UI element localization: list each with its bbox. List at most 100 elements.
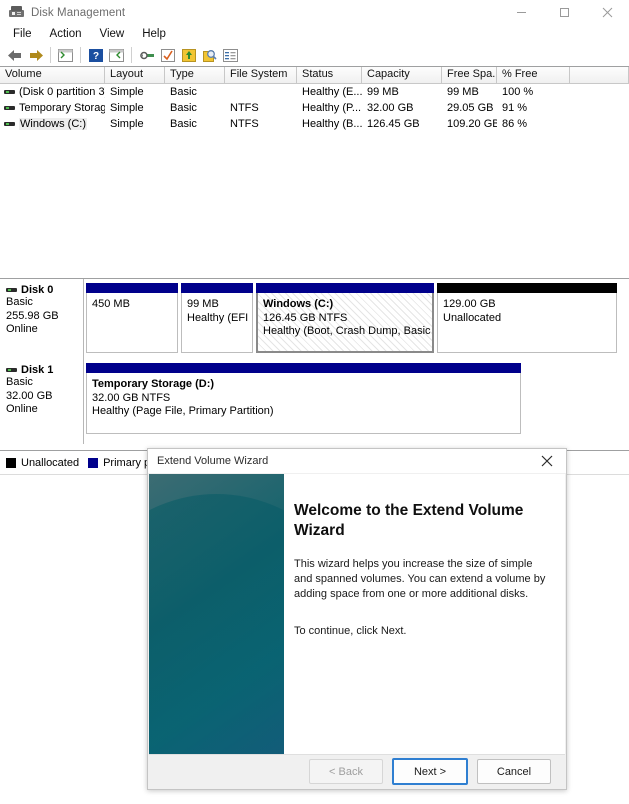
partition-body: Temporary Storage (D:) 32.00 GB NTFS Hea… [86, 373, 521, 434]
cell-layout: Simple [110, 102, 144, 114]
svg-text:?: ? [92, 51, 98, 62]
back-arrow-icon[interactable] [4, 45, 25, 65]
cell-type: Basic [170, 86, 197, 98]
disk-icon [6, 288, 17, 292]
cell-capacity: 99 MB [367, 86, 399, 98]
menu-item-help[interactable]: Help [136, 27, 175, 42]
partition-size: 126.45 GB NTFS [263, 311, 348, 324]
volume-icon [4, 90, 15, 94]
cell-capacity: 126.45 GB [367, 118, 420, 130]
cell-type: Basic [170, 118, 197, 130]
menu-item-action[interactable]: Action [44, 27, 91, 42]
partition-body: Windows (C:) 126.45 GB NTFS Healthy (Boo… [256, 293, 434, 353]
legend-swatch-primary-partition [88, 457, 99, 468]
disk-row-0: Disk 0 Basic 255.98 GB Online 450 MB 99 … [0, 279, 629, 359]
cell-capacity: 32.00 GB [367, 102, 414, 114]
column-header-capacity[interactable]: Capacity [362, 67, 442, 83]
disk-state: Online [6, 403, 38, 415]
column-header-status[interactable]: Status [297, 67, 362, 83]
partition-size: 32.00 GB NTFS [92, 391, 171, 404]
menu-item-view[interactable]: View [94, 27, 134, 42]
next-button[interactable]: Next > [392, 758, 468, 785]
refresh-icon[interactable] [157, 45, 178, 65]
close-icon[interactable] [528, 449, 566, 473]
cell-percent-free: 91 % [502, 102, 528, 114]
disk-type: Basic [6, 296, 33, 308]
cancel-button[interactable]: Cancel [477, 759, 551, 784]
wizard-banner-image [149, 474, 284, 754]
volume-list-body: (Disk 0 partition 3) Simple Basic Health… [0, 84, 629, 132]
partition-status: Unallocated [443, 311, 502, 324]
disk-size: 32.00 GB [6, 389, 53, 402]
zoom-icon[interactable] [199, 45, 220, 65]
column-header-layout[interactable]: Layout [105, 67, 165, 83]
cell-layout: Simple [110, 86, 144, 98]
column-header-free-space[interactable]: Free Spa... [442, 67, 497, 83]
partition-color-bar [86, 363, 521, 373]
rescan-disks-icon[interactable] [178, 45, 199, 65]
partition-body: 450 MB [86, 293, 178, 353]
window-title-bar: Disk Management [0, 0, 629, 25]
volume-list-pane: Volume Layout Type File System Status Ca… [0, 66, 629, 279]
column-header-file-system[interactable]: File System [225, 67, 297, 83]
disk-partitions-0: 450 MB 99 MB Healthy (EFI Windows (C:) 1… [84, 279, 629, 359]
menu-item-file[interactable]: File [7, 27, 41, 42]
table-row[interactable]: Temporary Storag... Simple Basic NTFS He… [0, 100, 629, 116]
wizard-title: Extend Volume Wizard [157, 455, 269, 467]
partition-block[interactable]: 99 MB Healthy (EFI [181, 283, 253, 353]
table-row[interactable]: (Disk 0 partition 3) Simple Basic Health… [0, 84, 629, 100]
cell-volume: Windows (C:) [0, 118, 105, 130]
partition-status: Healthy (Boot, Crash Dump, Basic Dat [263, 325, 434, 337]
wizard-body: Welcome to the Extend Volume Wizard This… [149, 474, 565, 754]
graphical-disk-pane: Disk 0 Basic 255.98 GB Online 450 MB 99 … [0, 278, 629, 451]
close-icon[interactable] [586, 0, 629, 25]
cell-status: Healthy (E... [302, 86, 362, 98]
column-header-volume[interactable]: Volume [0, 67, 105, 83]
toolbar-separator [80, 47, 81, 63]
partition-title: Temporary Storage (D:) [92, 378, 215, 390]
wizard-heading: Welcome to the Extend Volume Wizard [294, 502, 524, 539]
partition-block-temporary-storage-d[interactable]: Temporary Storage (D:) 32.00 GB NTFS Hea… [86, 363, 521, 434]
toolbar-separator [131, 47, 132, 63]
forward-arrow-icon[interactable] [25, 45, 46, 65]
partition-status: Healthy (EFI [187, 311, 249, 324]
column-header-percent-free[interactable]: % Free [497, 67, 570, 83]
help-icon[interactable]: ? [85, 45, 106, 65]
wizard-paragraph-2: To continue, click Next. [294, 625, 407, 637]
partition-color-bar [181, 283, 253, 293]
cell-percent-free: 86 % [502, 118, 528, 130]
minimize-icon[interactable] [500, 0, 543, 25]
partition-block[interactable]: 450 MB [86, 283, 178, 353]
properties-icon[interactable] [136, 45, 157, 65]
cell-volume: Temporary Storag... [0, 102, 105, 114]
maximize-icon[interactable] [543, 0, 586, 25]
partition-body: 129.00 GB Unallocated [437, 293, 617, 353]
cell-type: Basic [170, 102, 197, 114]
window-title: Disk Management [31, 6, 126, 19]
disk-size: 255.98 GB [6, 309, 59, 322]
disk-icon [6, 368, 17, 372]
back-button[interactable]: < Back [309, 759, 383, 784]
partition-block-unallocated[interactable]: 129.00 GB Unallocated [437, 283, 617, 353]
window-controls [500, 0, 629, 25]
list-view-icon[interactable] [220, 45, 241, 65]
disk-info-0[interactable]: Disk 0 Basic 255.98 GB Online [0, 279, 84, 359]
legend-swatch-unallocated [6, 457, 16, 468]
menu-bar: File Action View Help [0, 25, 629, 44]
legend-item-unallocated: Unallocated [6, 457, 79, 469]
cell-free-space: 109.20 GB [447, 118, 497, 130]
show-hide-action-pane-icon[interactable] [106, 45, 127, 65]
cell-free-space: 99 MB [447, 86, 479, 98]
disk-title: Disk 0 [6, 284, 83, 296]
show-hide-console-tree-icon[interactable] [55, 45, 76, 65]
disk-state: Online [6, 323, 38, 335]
table-row[interactable]: Windows (C:) Simple Basic NTFS Healthy (… [0, 116, 629, 132]
cell-percent-free: 100 % [502, 86, 534, 98]
wizard-footer: < Back Next > Cancel [149, 754, 565, 788]
partition-title: Windows (C:) [263, 298, 334, 310]
partition-block-windows-c[interactable]: Windows (C:) 126.45 GB NTFS Healthy (Boo… [256, 283, 434, 353]
column-header-type[interactable]: Type [165, 67, 225, 83]
disk-info-1[interactable]: Disk 1 Basic 32.00 GB Online [0, 359, 84, 444]
cell-file-system: NTFS [230, 102, 259, 114]
disk-row-1: Disk 1 Basic 32.00 GB Online Temporary S… [0, 359, 629, 444]
